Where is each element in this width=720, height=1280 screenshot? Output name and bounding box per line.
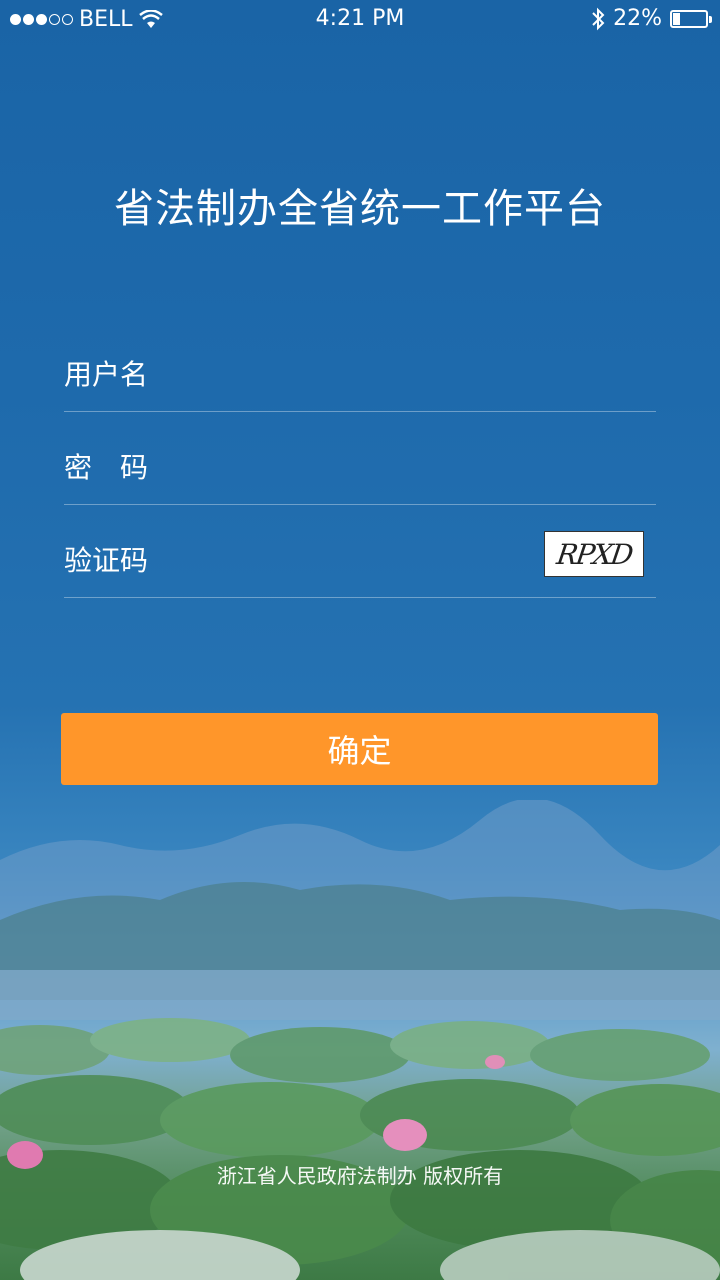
- app-title: 省法制办全省统一工作平台: [114, 186, 606, 232]
- username-input[interactable]: [174, 355, 536, 397]
- captcha-text: RPXD: [554, 537, 634, 571]
- captcha-input[interactable]: [174, 541, 536, 583]
- username-field[interactable]: 用户名: [64, 320, 656, 412]
- password-input[interactable]: [174, 448, 536, 490]
- lotus-lake-background: [0, 800, 720, 1280]
- battery-fill: [673, 12, 680, 25]
- password-label: 密 码: [64, 451, 149, 484]
- captcha-image[interactable]: RPXD: [544, 531, 644, 577]
- password-field[interactable]: 密 码: [64, 413, 656, 505]
- battery-icon: [670, 9, 712, 28]
- confirm-button[interactable]: 确定: [61, 713, 658, 785]
- captcha-label: 验证码: [64, 544, 149, 577]
- battery-percentage: 22%: [613, 6, 662, 31]
- copyright-footer: 浙江省人民政府法制办 版权所有: [216, 1164, 504, 1188]
- status-right: 22%: [591, 6, 712, 31]
- status-bar: BELL 4:21 PM 22%: [0, 0, 720, 40]
- captcha-field[interactable]: 验证码 RPXD: [64, 506, 656, 598]
- username-label: 用户名: [64, 358, 149, 391]
- bluetooth-icon: [592, 7, 605, 30]
